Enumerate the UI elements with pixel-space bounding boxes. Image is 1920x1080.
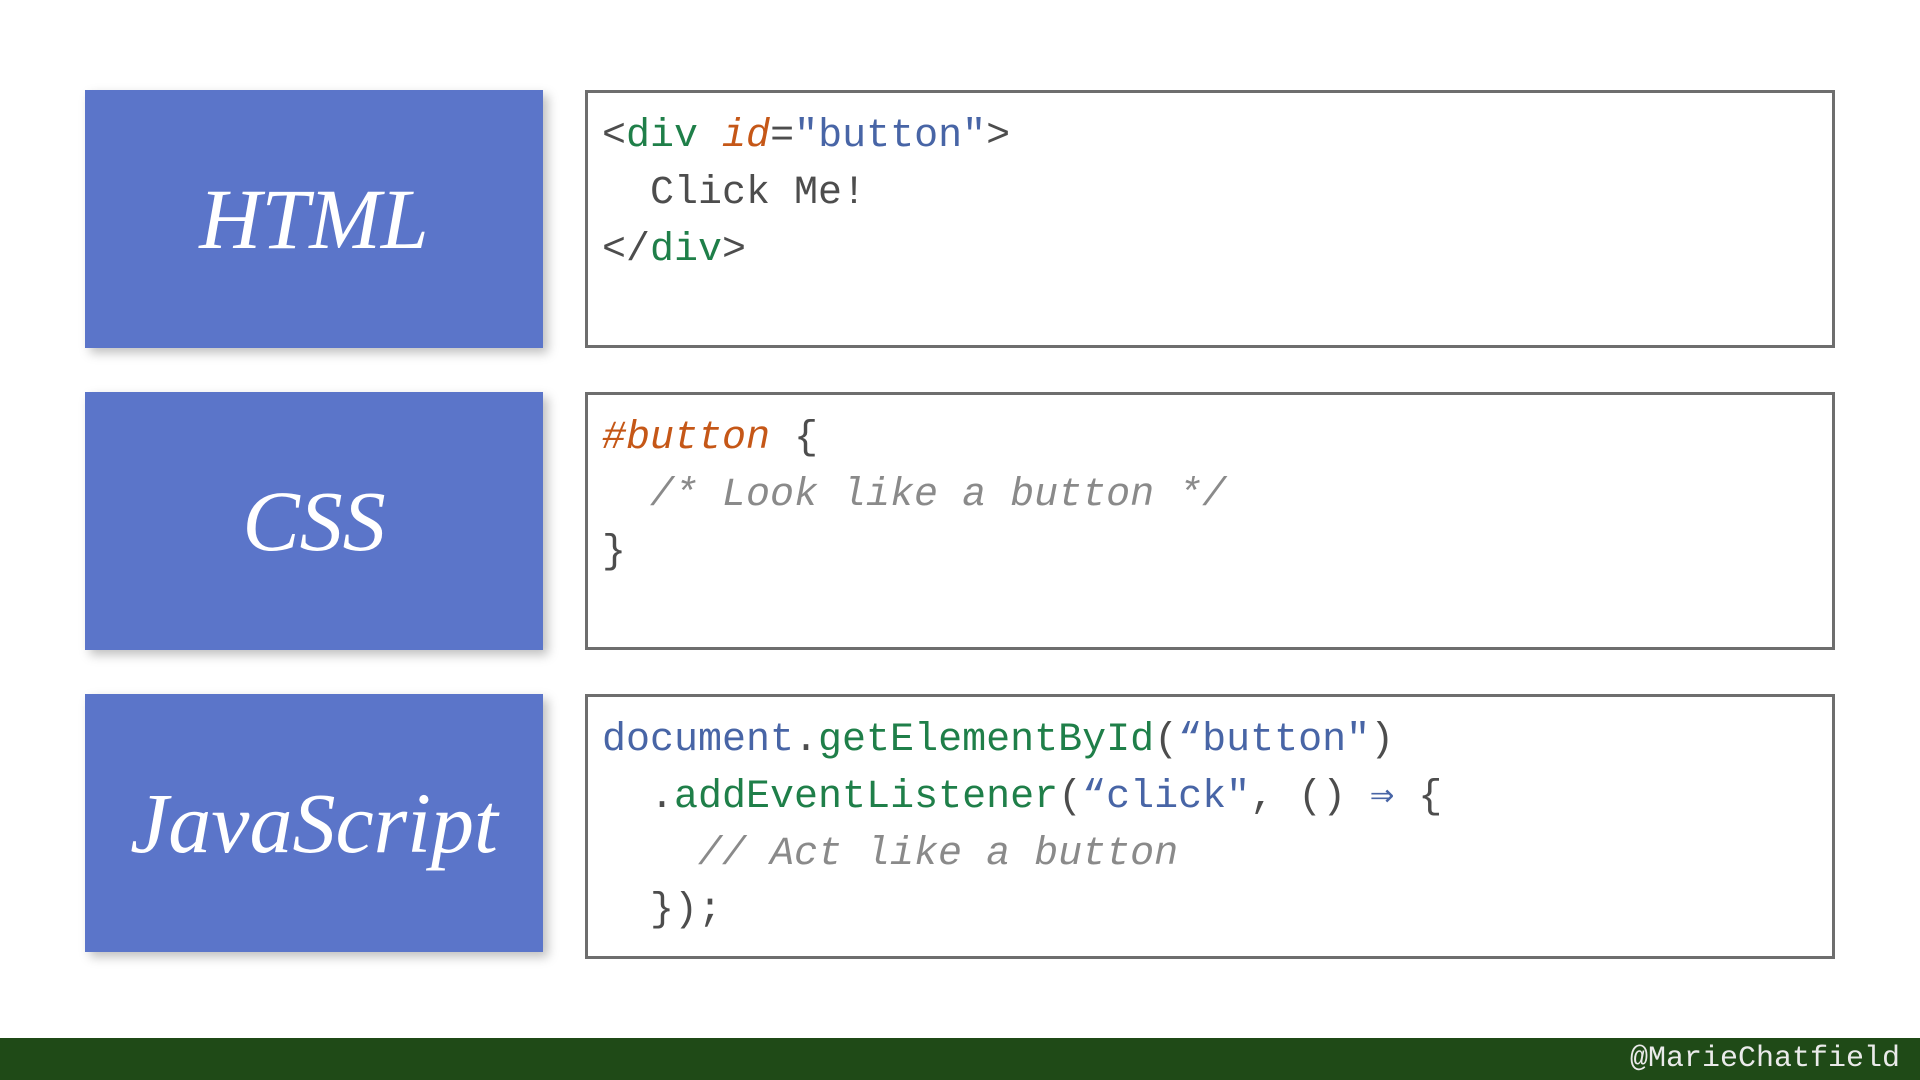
footer-bar: @MarieChatfield [0,1038,1920,1080]
row-js: JavaScript document.getElementById(“butt… [85,694,1835,959]
slide-content: HTML <div id="button"> Click Me! </div> … [85,90,1835,1003]
code-html-tag-close: div [650,228,722,273]
code-css: #button { /* Look like a button */ } [585,392,1835,650]
slide: HTML <div id="button"> Click Me! </div> … [0,0,1920,1080]
code-css-brace-open: { [794,416,818,461]
code-html-inner: Click Me! [650,171,866,216]
code-js-arg1: “button" [1178,718,1370,763]
code-css-selector: #button [602,416,770,461]
row-html: HTML <div id="button"> Click Me! </div> [85,90,1835,348]
code-html-lt1: < [602,114,626,159]
code-html: <div id="button"> Click Me! </div> [585,90,1835,348]
label-html-text: HTML [199,176,428,262]
code-js-p2o: ( [1058,775,1082,820]
footer-handle: @MarieChatfield [1630,1042,1900,1076]
code-js-method2: addEventListener [674,775,1058,820]
code-html-attr-value: "button" [794,114,986,159]
code-js-brace-open: { [1418,775,1442,820]
code-css-brace-close: } [602,530,626,575]
code-js: document.getElementById(“button") .addEv… [585,694,1835,959]
label-html: HTML [85,90,543,348]
code-js-dot2: . [650,775,674,820]
code-js-semi: ; [698,888,722,933]
code-js-p1c: ) [1370,718,1394,763]
code-js-obj: document [602,718,794,763]
code-js-arrow-params: () [1298,775,1346,820]
code-js-comma: , [1250,775,1298,820]
code-js-method1: getElementById [818,718,1154,763]
code-js-comment: // Act like a button [698,832,1178,877]
code-js-p1o: ( [1154,718,1178,763]
label-js-text: JavaScript [130,780,498,866]
code-css-comment: /* Look like a button */ [650,473,1226,518]
code-html-attr-name: id [722,114,770,159]
code-js-brace-close: } [650,888,674,933]
code-js-p2c: ) [674,888,698,933]
label-js: JavaScript [85,694,543,952]
label-css-text: CSS [242,478,385,564]
label-css: CSS [85,392,543,650]
code-js-arrow: ⇒ [1346,775,1418,820]
code-js-arg2: “click" [1082,775,1250,820]
code-html-tag-open: div [626,114,698,159]
row-css: CSS #button { /* Look like a button */ } [85,392,1835,650]
code-js-dot1: . [794,718,818,763]
